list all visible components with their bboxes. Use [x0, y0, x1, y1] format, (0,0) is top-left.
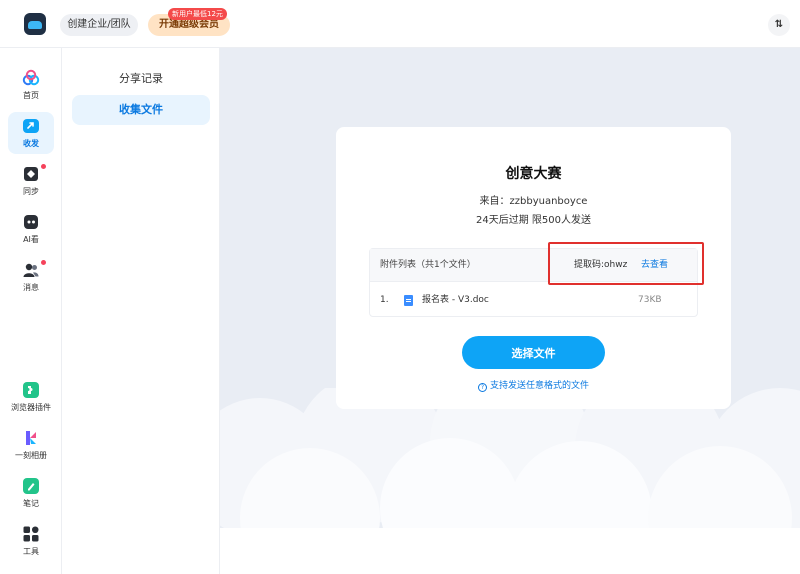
sync-icon: [22, 165, 40, 183]
nav-label: 浏览器插件: [11, 403, 51, 412]
nav-item-messages[interactable]: 消息: [8, 256, 54, 298]
cloud-logo-icon: [22, 69, 40, 87]
help-icon: ?: [477, 383, 487, 392]
nav-label: 工具: [23, 547, 39, 556]
nav-label: 首页: [23, 91, 39, 100]
nav-label: 一刻相册: [15, 451, 47, 460]
file-index: 1.: [380, 295, 389, 305]
vip-promo-badge: 新用户最低12元: [168, 8, 227, 20]
nav-item-share[interactable]: 收发: [8, 112, 54, 154]
create-team-button[interactable]: 创建企业/团队: [60, 14, 138, 36]
choose-file-button[interactable]: 选择文件: [462, 336, 605, 369]
expiry-info: 24天后过期 限500人发送: [476, 215, 591, 226]
nav-label: 笔记: [23, 499, 39, 508]
nav-item-home[interactable]: 首页: [8, 64, 54, 106]
nav-label: AI看: [23, 235, 39, 244]
nav-item-notes[interactable]: 笔记: [8, 472, 54, 514]
ai-icon: [22, 213, 40, 231]
nav-label: 收发: [23, 139, 39, 148]
note-icon: [22, 477, 40, 495]
nav-label: 同步: [23, 187, 39, 196]
app-logo-icon[interactable]: [24, 13, 46, 35]
top-header: 创建企业/团队 开通超级会员 新用户最低12元 ⇅: [0, 0, 800, 48]
people-icon: [22, 261, 40, 279]
transfer-sort-icon[interactable]: ⇅: [768, 14, 790, 36]
sub-navigation: 分享记录 收集文件: [62, 48, 220, 574]
subnav-item-collect-files[interactable]: 收集文件: [72, 95, 210, 125]
doc-file-icon: [404, 295, 413, 306]
notification-dot: [41, 260, 46, 265]
left-navigation: 首页 收发 同步 AI看 消息 浏览器插件 一刻相册 笔记 工具: [0, 48, 62, 574]
main-content: 创意大赛 来自：zzbbyuanboyce 24天后过期 限500人发送 附件列…: [220, 48, 800, 574]
puzzle-icon: [22, 381, 40, 399]
nav-label: 消息: [23, 283, 39, 292]
subnav-item-share-records[interactable]: 分享记录: [72, 64, 210, 94]
notification-dot: [41, 164, 46, 169]
collect-file-card: 创意大赛 来自：zzbbyuanboyce 24天后过期 限500人发送 附件列…: [336, 127, 731, 409]
photo-album-icon: [22, 429, 40, 447]
file-row[interactable]: 1. 报名表 - V3.doc 73KB: [370, 283, 697, 317]
grid-tools-icon: [22, 525, 40, 543]
share-box-icon: [22, 117, 40, 135]
support-text: 支持发送任意格式的文件: [489, 381, 589, 391]
highlight-annotation-box: [548, 242, 704, 285]
file-size: 73KB: [638, 295, 662, 305]
file-name: 报名表 - V3.doc: [422, 295, 489, 305]
sender-info: 来自：zzbbyuanboyce: [479, 196, 588, 207]
attachment-count-label: 附件列表（共1个文件）: [380, 260, 476, 270]
nav-item-tools[interactable]: 工具: [8, 520, 54, 562]
card-title: 创意大赛: [505, 166, 562, 182]
cloud-background-illustration: [220, 388, 800, 574]
support-hint[interactable]: ? 支持发送任意格式的文件: [336, 378, 731, 392]
nav-item-sync[interactable]: 同步: [8, 160, 54, 202]
nav-item-browser-plugin[interactable]: 浏览器插件: [4, 376, 58, 418]
nav-item-ai[interactable]: AI看: [8, 208, 54, 250]
nav-item-photo-album[interactable]: 一刻相册: [4, 424, 58, 466]
